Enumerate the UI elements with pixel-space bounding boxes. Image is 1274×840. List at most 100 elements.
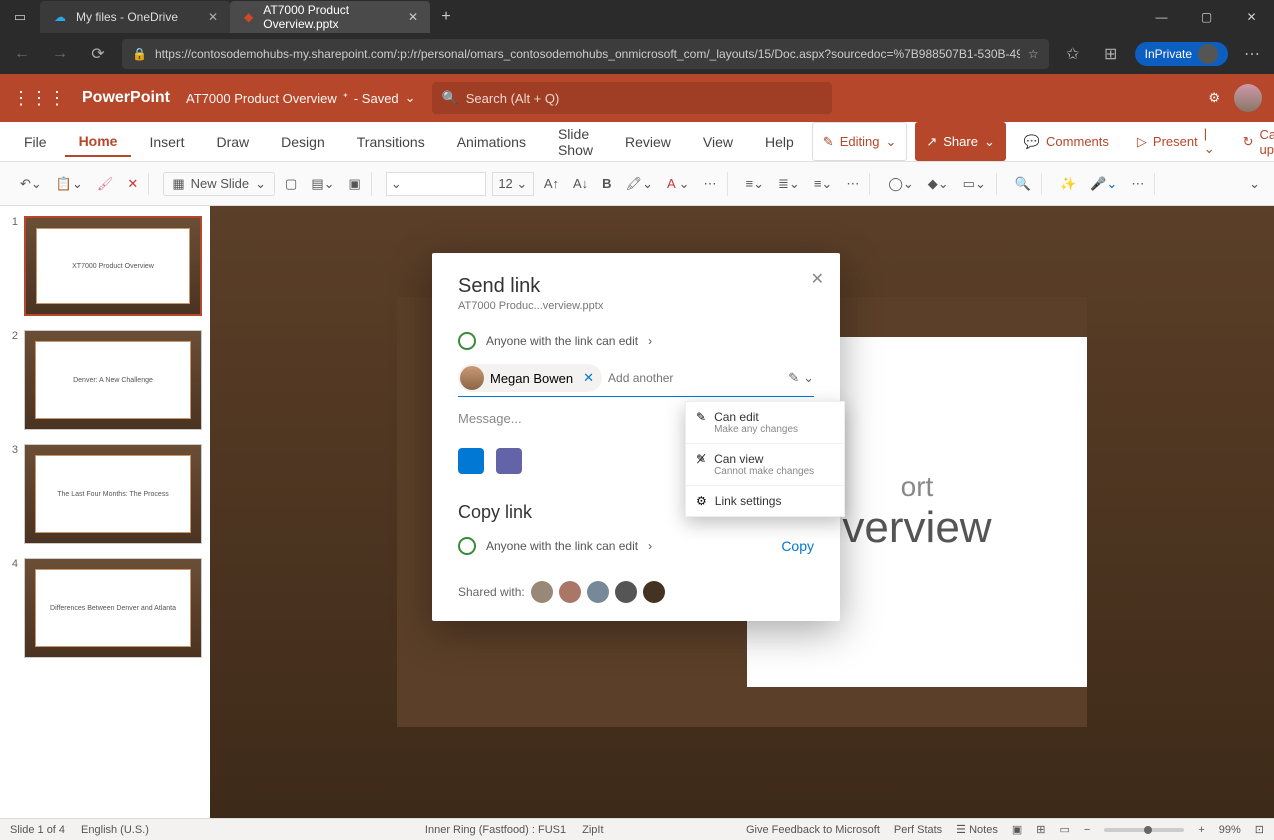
arrange-button[interactable]: ▭⌄ bbox=[959, 173, 990, 195]
shapes-button[interactable]: ◯⌄ bbox=[884, 173, 917, 195]
zoom-out-button[interactable]: − bbox=[1084, 824, 1090, 836]
gear-icon[interactable]: ⚙ bbox=[1208, 90, 1220, 106]
perm-option-can-edit[interactable]: ✎ Can edit Make any changes bbox=[686, 402, 844, 444]
refresh-button[interactable]: ⟳ bbox=[84, 44, 112, 64]
close-window-button[interactable]: ✕ bbox=[1229, 1, 1274, 33]
tab-transitions[interactable]: Transitions bbox=[343, 128, 439, 156]
zoom-in-button[interactable]: + bbox=[1198, 824, 1204, 836]
fit-to-window-button[interactable]: ⊡ bbox=[1255, 823, 1264, 836]
slide-counter[interactable]: Slide 1 of 4 bbox=[10, 824, 65, 836]
close-icon[interactable]: ✕ bbox=[408, 10, 418, 24]
align-button[interactable]: ≡⌄ bbox=[810, 173, 836, 195]
tab-design[interactable]: Design bbox=[267, 128, 339, 156]
format-painter-button[interactable]: 🖌 bbox=[93, 173, 118, 195]
slide-thumbnail-3[interactable]: The Last Four Months: The Process bbox=[24, 444, 202, 544]
browser-tab-onedrive[interactable]: ☁ My files - OneDrive ✕ bbox=[40, 1, 230, 33]
slide-thumbnail-1[interactable]: XT7000 Product Overview bbox=[24, 216, 202, 316]
tab-draw[interactable]: Draw bbox=[202, 128, 263, 156]
shared-avatar[interactable] bbox=[643, 581, 665, 603]
document-title[interactable]: AT7000 Product Overview ᐩ - Saved ⌄ bbox=[186, 90, 416, 106]
link-scope-button[interactable]: Anyone with the link can edit › bbox=[458, 332, 814, 350]
present-button[interactable]: ▷ Present | ⌄ bbox=[1127, 122, 1225, 161]
notes-button[interactable]: ☰ Notes bbox=[956, 823, 998, 836]
more-font-button[interactable]: ⋯ bbox=[700, 173, 721, 195]
copy-button[interactable]: Copy bbox=[781, 538, 814, 554]
forward-button[interactable]: → bbox=[46, 45, 74, 63]
slide-thumbnail-2[interactable]: Denver: A New Challenge bbox=[24, 330, 202, 430]
tab-file[interactable]: File bbox=[10, 128, 61, 156]
remove-recipient-button[interactable]: ✕ bbox=[583, 370, 594, 386]
reset-button[interactable]: ▣ bbox=[345, 173, 365, 195]
zoom-slider[interactable] bbox=[1104, 828, 1184, 832]
decrease-font-button[interactable]: A↓ bbox=[569, 173, 592, 194]
tab-insert[interactable]: Insert bbox=[135, 128, 198, 156]
bold-button[interactable]: B bbox=[598, 173, 615, 194]
browser-tab-powerpoint[interactable]: ◆ AT7000 Product Overview.pptx ✕ bbox=[230, 1, 430, 33]
increase-font-button[interactable]: A↑ bbox=[540, 173, 563, 194]
slide-thumbnail-4[interactable]: Differences Between Denver and Atlanta bbox=[24, 558, 202, 658]
perf-stats[interactable]: Perf Stats bbox=[894, 824, 942, 836]
editing-mode-button[interactable]: ✎ Editing ⌄ bbox=[812, 122, 908, 161]
shared-avatar[interactable] bbox=[531, 581, 553, 603]
back-button[interactable]: ← bbox=[8, 45, 36, 63]
tab-help[interactable]: Help bbox=[751, 128, 808, 156]
waffle-icon[interactable]: ⋮⋮⋮ bbox=[12, 88, 66, 109]
feedback-link[interactable]: Give Feedback to Microsoft bbox=[746, 824, 880, 836]
tab-animations[interactable]: Animations bbox=[443, 128, 540, 156]
favorite-icon[interactable]: ☆ bbox=[1028, 47, 1039, 61]
find-button[interactable]: 🔍 bbox=[1011, 173, 1035, 195]
favorites-icon[interactable]: ✩ bbox=[1059, 44, 1087, 64]
zipit-status[interactable]: ZipIt bbox=[582, 824, 603, 836]
tab-actions-icon[interactable]: ▭ bbox=[0, 9, 40, 25]
comments-button[interactable]: 💬 Comments bbox=[1014, 122, 1119, 161]
close-dialog-button[interactable]: ✕ bbox=[811, 269, 824, 289]
user-avatar[interactable] bbox=[1234, 84, 1262, 112]
outlook-icon[interactable] bbox=[458, 448, 484, 474]
shape-fill-button[interactable]: ◆⌄ bbox=[924, 173, 953, 195]
collapse-ribbon-button[interactable]: ⌄ bbox=[1245, 173, 1264, 195]
tab-review[interactable]: Review bbox=[611, 128, 685, 156]
more-icon[interactable]: ⋯ bbox=[1238, 44, 1266, 64]
shared-avatar[interactable] bbox=[615, 581, 637, 603]
font-color-button[interactable]: A⌄ bbox=[663, 173, 694, 195]
inprivate-badge[interactable]: InPrivate bbox=[1135, 42, 1228, 66]
collections-icon[interactable]: ⊞ bbox=[1097, 44, 1125, 64]
copy-link-scope-button[interactable]: Anyone with the link can edit › bbox=[458, 537, 652, 555]
tab-slideshow[interactable]: Slide Show bbox=[544, 120, 607, 164]
highlight-button[interactable]: 🖍⌄ bbox=[622, 173, 657, 195]
new-tab-button[interactable]: + bbox=[430, 8, 462, 26]
catchup-button[interactable]: ↻ Catch up bbox=[1233, 122, 1274, 161]
designer-button[interactable]: ✨ bbox=[1056, 173, 1080, 195]
bullets-button[interactable]: ≡⌄ bbox=[742, 173, 768, 195]
more-para-button[interactable]: ⋯ bbox=[842, 173, 863, 195]
search-box[interactable]: 🔍 Search (Alt + Q) bbox=[432, 82, 832, 114]
delete-button[interactable]: ✕ bbox=[123, 173, 142, 195]
url-input[interactable] bbox=[155, 47, 1020, 61]
permission-dropdown-button[interactable]: ✎ ⌄ bbox=[788, 370, 814, 386]
sorter-view-icon[interactable]: ⊞ bbox=[1036, 823, 1045, 836]
numbering-button[interactable]: ≣⌄ bbox=[774, 173, 804, 195]
tab-view[interactable]: View bbox=[689, 128, 747, 156]
teams-icon[interactable] bbox=[496, 448, 522, 474]
font-size-select[interactable]: 12 ⌄ bbox=[492, 172, 534, 196]
perm-option-link-settings[interactable]: ⚙ Link settings bbox=[686, 486, 844, 516]
zoom-level[interactable]: 99% bbox=[1219, 824, 1241, 836]
reading-view-icon[interactable]: ▭ bbox=[1059, 823, 1069, 836]
address-bar[interactable]: 🔒 ☆ bbox=[122, 39, 1049, 69]
normal-view-icon[interactable]: ▣ bbox=[1012, 823, 1022, 836]
shared-avatar[interactable] bbox=[559, 581, 581, 603]
more-commands-button[interactable]: ⋯ bbox=[1127, 173, 1148, 195]
font-name-select[interactable]: ⌄ bbox=[386, 172, 486, 196]
perm-option-can-view[interactable]: ✎̸ Can view Cannot make changes bbox=[686, 444, 844, 486]
recipient-chip[interactable]: Megan Bowen ✕ bbox=[458, 364, 602, 392]
dictate-button[interactable]: 🎤⌄ bbox=[1086, 173, 1121, 195]
shared-avatar[interactable] bbox=[587, 581, 609, 603]
language-status[interactable]: English (U.S.) bbox=[81, 824, 149, 836]
tab-home[interactable]: Home bbox=[65, 127, 132, 157]
maximize-button[interactable]: ▢ bbox=[1184, 1, 1229, 33]
reuse-slides-button[interactable]: ▢ bbox=[281, 173, 301, 195]
share-button[interactable]: ↗ Share ⌄ bbox=[915, 122, 1006, 161]
undo-button[interactable]: ↶⌄ bbox=[16, 173, 46, 195]
minimize-button[interactable]: — bbox=[1139, 1, 1184, 33]
add-recipient-input[interactable] bbox=[608, 371, 788, 385]
